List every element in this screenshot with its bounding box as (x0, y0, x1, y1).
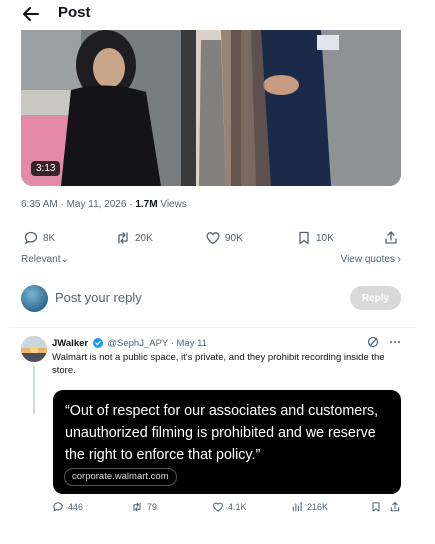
views-chart-icon (292, 501, 302, 512)
share-icon (390, 501, 400, 512)
views-count: 1.7M (135, 199, 158, 210)
verified-badge-icon (92, 338, 103, 348)
quote-image-card[interactable]: “Out of respect for our associates and c… (53, 390, 401, 494)
reply-button[interactable]: Reply (350, 286, 401, 310)
comment-share-action[interactable] (389, 501, 401, 513)
comment-date[interactable]: · May 11 (171, 338, 207, 349)
comment-like-action[interactable]: 4.1K (212, 501, 247, 513)
comment-repost-action[interactable]: 79 (131, 501, 157, 513)
reply-composer: Post your reply Reply (21, 283, 401, 315)
comment-icon (24, 231, 38, 245)
comment-reply-action[interactable]: 446 (52, 501, 83, 513)
post-timestamp: 6:35 AM · May 11, 2026 · (21, 199, 136, 210)
comment-repost-count: 79 (147, 502, 158, 512)
bookmark-icon (299, 231, 309, 245)
back-button[interactable] (20, 4, 42, 24)
more-options-icon[interactable] (389, 336, 401, 348)
back-arrow-icon (23, 7, 39, 21)
relevant-sort-dropdown[interactable]: Relevant⌄ (21, 254, 69, 265)
reply-input[interactable]: Post your reply (55, 290, 142, 305)
bookmark-icon (372, 502, 380, 512)
comment-bookmark-action[interactable] (370, 501, 382, 513)
commenter-name[interactable]: JWalker (52, 338, 88, 349)
repost-count: 20K (135, 232, 153, 244)
commenter-handle[interactable]: @SephJ_APY (107, 338, 168, 349)
page-title: Post (58, 4, 91, 21)
divider (9, 327, 416, 328)
share-icon (385, 231, 397, 244)
user-avatar (21, 285, 48, 312)
repost-icon (118, 232, 128, 244)
comment-like-count: 4.1K (228, 502, 247, 512)
comment-header-icons (367, 336, 401, 348)
reply-post[interactable]: JWalker @SephJ_APY · May 11 Walmart is n… (21, 336, 401, 526)
share-action[interactable] (383, 230, 399, 246)
video-player[interactable]: 3:13 (21, 30, 401, 186)
comment-header: JWalker @SephJ_APY · May 11 (52, 338, 207, 349)
views-label: Views (157, 199, 187, 210)
repost-icon (133, 502, 141, 512)
comment-reply-count: 446 (68, 502, 84, 512)
commenter-avatar[interactable] (21, 336, 47, 362)
post-meta: 6:35 AM · May 11, 2026 · 1.7M Views (21, 199, 187, 210)
video-duration: 3:13 (31, 161, 61, 176)
repost-action[interactable]: 20K (115, 230, 153, 246)
reply-action[interactable]: 8K (23, 230, 55, 246)
quote-link[interactable]: corporate.walmart.com (64, 468, 177, 486)
bookmark-action[interactable]: 10K (296, 230, 334, 246)
comment-text: Walmart is not a public space, it's priv… (52, 352, 385, 376)
bookmark-count: 10K (316, 232, 334, 244)
comment-actions: 446 79 4.1K 216K (52, 501, 401, 517)
grok-icon[interactable] (367, 336, 379, 348)
heart-icon (213, 502, 223, 512)
reply-sort-row: Relevant⌄ View quotes › (21, 254, 401, 268)
top-bar: Post (0, 0, 435, 30)
comment-views-action[interactable]: 216K (291, 501, 328, 513)
like-count: 90K (225, 232, 243, 244)
thread-line (33, 366, 35, 414)
video-frame (21, 30, 401, 186)
heart-icon (206, 232, 220, 245)
sunset-avatar-image (21, 336, 47, 362)
quote-text: “Out of respect for our associates and c… (65, 403, 379, 463)
comment-icon (53, 502, 63, 512)
post-actions: 8K 20K 90K 10K (21, 230, 401, 250)
view-quotes-link[interactable]: View quotes › (341, 254, 401, 265)
comment-views-count: 216K (307, 502, 329, 512)
like-action[interactable]: 90K (205, 230, 243, 246)
reply-count: 8K (43, 232, 56, 244)
